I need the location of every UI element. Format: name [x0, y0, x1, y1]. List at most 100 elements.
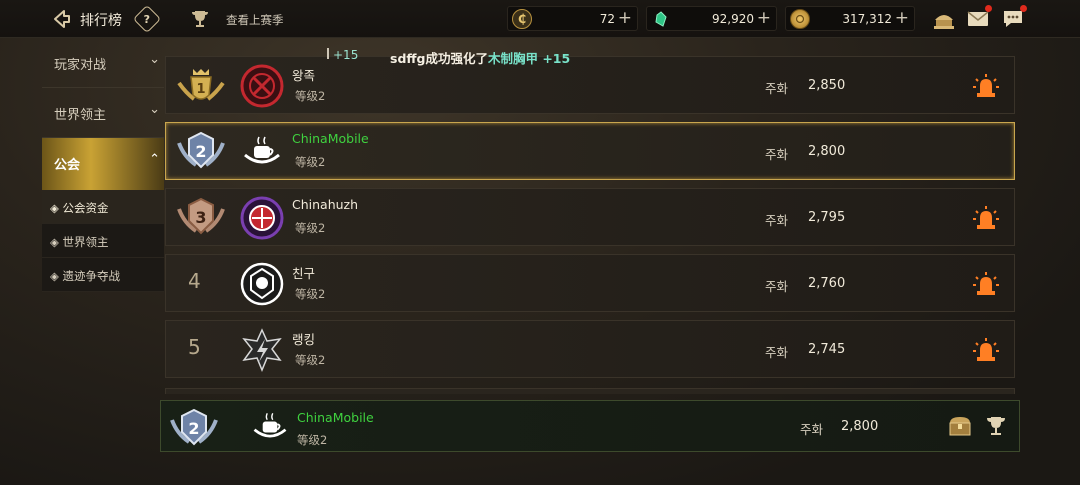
sidebar-subitem-label: ◈ 公会资金	[50, 201, 109, 215]
sidebar-item-label: 玩家对战	[54, 58, 107, 73]
top-bar: 排行榜 ? 查看上赛季 ₵ 72 + 92,920 + 317,312 +	[0, 0, 1080, 38]
guild-level: 等级2	[295, 221, 326, 235]
add-currency-button[interactable]: +	[757, 8, 771, 28]
notification-dot	[1020, 5, 1027, 12]
score-label: 주화	[765, 81, 789, 96]
sidebar-subitem-world-boss[interactable]: ◈ 世界领主	[42, 224, 164, 258]
guild-hall-button[interactable]	[932, 7, 956, 31]
currency-value: 72	[599, 12, 615, 26]
view-last-season-link[interactable]: 查看上赛季	[226, 12, 284, 28]
sidebar-item-guild[interactable]: 公会 ⌃	[42, 138, 164, 190]
alarm-siren-icon[interactable]	[972, 337, 1000, 363]
guild-score: 2,795	[808, 210, 846, 225]
svg-text:2: 2	[195, 142, 206, 161]
guild-name: 랭킹	[292, 332, 316, 347]
mail-button[interactable]	[966, 5, 992, 31]
ranking-row-partial	[165, 388, 1015, 394]
guild-name: 친구	[292, 266, 316, 281]
back-arrow-icon	[54, 10, 70, 28]
currency-value: 92,920	[712, 12, 754, 26]
treasure-chest-icon[interactable]	[947, 413, 973, 439]
ranking-row[interactable]: 3 Chinahuzh 等级2 주화 2,795	[165, 188, 1015, 246]
currency-c-coin: ₵ 72 +	[507, 6, 638, 31]
c-coin-icon: ₵	[512, 9, 532, 29]
my-guild-level: 等级2	[297, 433, 328, 447]
sidebar-subitem-guild-funds[interactable]: ◈ 公会资金	[42, 190, 164, 224]
back-button[interactable]	[48, 6, 74, 32]
sidebar-item-label: 世界领主	[54, 108, 107, 123]
guild-level: 等级2	[295, 89, 326, 103]
trophy-icon[interactable]	[187, 6, 213, 32]
score-label: 주화	[765, 213, 789, 228]
silver-rank-badge-icon: 2	[177, 131, 225, 169]
guild-name: 왕족	[292, 68, 316, 83]
sidebar-subitem-label: ◈ 世界领主	[50, 235, 109, 249]
help-button[interactable]: ?	[132, 4, 162, 34]
page-title: 排行榜	[80, 13, 122, 29]
chevron-down-icon: ⌄	[149, 52, 160, 67]
add-currency-button[interactable]: +	[618, 8, 632, 28]
currency-gold: 317,312 +	[785, 6, 915, 31]
guild-level: 等级2	[295, 287, 326, 301]
my-guild-rank-bar: 2 ChinaMobile 等级2 주화 2,800	[160, 400, 1020, 452]
notice-divider	[327, 48, 329, 59]
chevron-up-icon: ⌃	[149, 152, 160, 167]
guild-emblem-icon	[240, 196, 284, 240]
ranking-row[interactable]: 1 왕족 等级2 주화 2,850	[165, 56, 1015, 114]
notice-prefix: sdffg成功强化了	[390, 51, 488, 66]
guild-score: 2,850	[808, 78, 846, 93]
guild-hall-icon	[934, 15, 954, 29]
guild-emblem-icon	[242, 328, 282, 372]
rank-number: 5	[188, 335, 201, 359]
alarm-siren-icon[interactable]	[972, 73, 1000, 99]
notice-suffix: +15	[537, 51, 571, 66]
guild-name: Chinahuzh	[292, 197, 359, 212]
guild-level: 等级2	[295, 155, 326, 169]
svg-text:2: 2	[188, 419, 199, 438]
trophy-icon[interactable]	[983, 413, 1009, 439]
ranking-row-selected[interactable]: 2 ChinaMobile 等级2 주화 2,800	[165, 122, 1015, 180]
currency-gem: 92,920 +	[646, 6, 777, 31]
chat-icon	[1004, 11, 1022, 27]
my-guild-score: 2,800	[841, 419, 879, 434]
alarm-siren-icon[interactable]	[972, 271, 1000, 297]
add-currency-button[interactable]: +	[895, 8, 909, 28]
ranking-row[interactable]: 5 랭킹 等级2 주화 2,745	[165, 320, 1015, 378]
my-guild-name: ChinaMobile	[297, 410, 374, 425]
guild-score: 2,760	[808, 276, 846, 291]
help-icon: ?	[143, 12, 151, 26]
score-label: 주화	[765, 147, 789, 162]
guild-score: 2,745	[808, 342, 846, 357]
score-label: 주화	[765, 345, 789, 360]
notice-plus-text: +15	[333, 48, 359, 62]
guild-emblem-icon	[240, 64, 284, 108]
svg-text:1: 1	[196, 82, 205, 97]
guild-emblem-icon	[244, 136, 280, 164]
green-gem-icon	[651, 9, 671, 29]
notice-item: 木制胸甲	[487, 51, 538, 66]
guild-level: 等级2	[295, 353, 326, 367]
guild-emblem-icon	[240, 262, 284, 306]
svg-text:3: 3	[195, 208, 206, 227]
rank-number: 4	[188, 269, 201, 293]
ranking-row[interactable]: 4 친구 等级2 주화 2,760	[165, 254, 1015, 312]
sidebar-subitem-label: ◈ 遗迹争夺战	[50, 269, 120, 283]
mail-icon	[967, 11, 989, 26]
sidebar-item-label: 公会	[54, 158, 81, 173]
score-label: 주화	[765, 279, 789, 294]
bronze-rank-badge-icon: 3	[177, 197, 225, 235]
currency-value: 317,312	[842, 12, 892, 26]
score-label: 주화	[800, 422, 824, 437]
chat-button[interactable]	[1001, 5, 1027, 31]
guild-emblem-icon	[253, 412, 287, 438]
alarm-siren-icon[interactable]	[972, 205, 1000, 231]
sidebar-item-pvp[interactable]: 玩家对战 ⌄	[42, 38, 164, 88]
gold-rank-badge-icon: 1	[177, 69, 225, 101]
chevron-down-icon: ⌄	[149, 102, 160, 117]
notification-dot	[985, 5, 992, 12]
sidebar-subitem-ruins-battle[interactable]: ◈ 遗迹争夺战	[42, 258, 164, 292]
sidebar-item-world-boss[interactable]: 世界领主 ⌄	[42, 88, 164, 138]
silver-rank-badge-icon: 2	[170, 408, 218, 446]
system-notice: sdffg成功强化了木制胸甲 +15	[390, 48, 570, 67]
guild-name: ChinaMobile	[292, 131, 369, 146]
